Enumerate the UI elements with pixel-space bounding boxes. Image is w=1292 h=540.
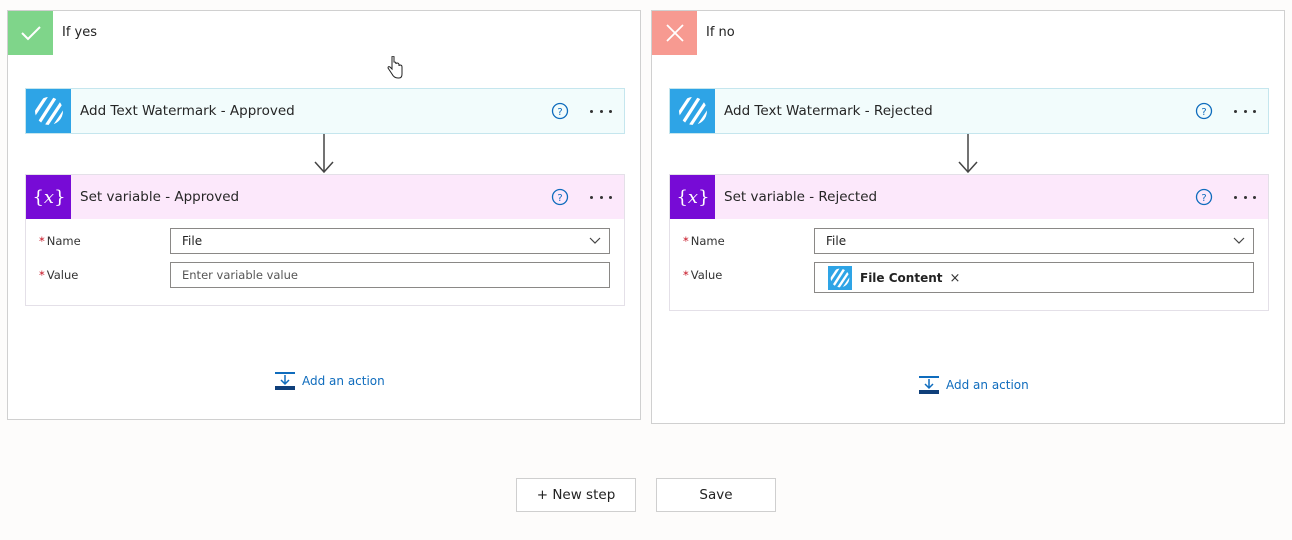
chevron-down-icon: [589, 237, 601, 244]
new-step-button[interactable]: + New step: [516, 478, 636, 512]
branch-yes-header[interactable]: If yes: [8, 11, 640, 55]
value-placeholder: Enter variable value: [182, 268, 298, 282]
name-dropdown[interactable]: File: [170, 228, 610, 254]
watermark-stripes-icon: [26, 89, 71, 133]
set-variable-approved-card: {x} Set variable - Approved ? * Name File…: [25, 174, 625, 306]
watermark-rejected-title: Add Text Watermark - Rejected: [724, 103, 933, 119]
add-action-button[interactable]: Add an action: [274, 371, 385, 391]
help-icon[interactable]: ?: [551, 188, 569, 206]
svg-text:?: ?: [557, 193, 562, 204]
value-label: * Value: [39, 268, 79, 282]
svg-text:{x}: {x}: [676, 187, 709, 208]
watermark-approved-title: Add Text Watermark - Approved: [80, 103, 295, 119]
value-field-row: * Value File Content ×: [683, 262, 1254, 293]
add-action-label: Add an action: [302, 374, 385, 388]
hand-cursor-icon: [387, 56, 403, 79]
chevron-down-icon: [1233, 237, 1245, 244]
set-variable-approved-title: Set variable - Approved: [80, 189, 240, 205]
name-label: * Name: [683, 234, 725, 248]
watermark-approved-header[interactable]: Add Text Watermark - Approved ?: [26, 89, 624, 133]
watermark-rejected-card[interactable]: Add Text Watermark - Rejected ?: [669, 88, 1269, 134]
name-field-row: * Name File: [39, 228, 610, 254]
token-label: File Content: [860, 271, 943, 285]
add-action-button[interactable]: Add an action: [918, 375, 1029, 395]
more-options-icon[interactable]: [1232, 101, 1258, 121]
branch-no-header[interactable]: If no: [652, 11, 1284, 55]
close-icon: [652, 11, 697, 55]
add-action-label: Add an action: [946, 378, 1029, 392]
checkmark-icon: [8, 11, 53, 55]
name-value: File: [182, 234, 203, 248]
name-field-row: * Name File: [683, 228, 1254, 254]
set-variable-rejected-title: Set variable - Rejected: [724, 189, 878, 205]
value-field-row: * Value Enter variable value: [39, 262, 610, 288]
branch-yes-title: If yes: [62, 25, 98, 40]
file-content-token[interactable]: File Content ×: [828, 266, 960, 290]
variable-braces-icon: {x}: [670, 175, 715, 219]
remove-token-icon[interactable]: ×: [950, 272, 961, 285]
watermark-stripes-icon: [828, 266, 852, 290]
help-icon[interactable]: ?: [1195, 102, 1213, 120]
add-action-icon: [275, 372, 295, 390]
svg-text:?: ?: [1201, 107, 1206, 118]
watermark-rejected-header[interactable]: Add Text Watermark - Rejected ?: [670, 89, 1268, 133]
arrow-down-icon: [958, 134, 978, 174]
more-options-icon[interactable]: [588, 101, 614, 121]
watermark-approved-card[interactable]: Add Text Watermark - Approved ?: [25, 88, 625, 134]
set-variable-approved-header[interactable]: {x} Set variable - Approved ?: [26, 175, 624, 219]
set-variable-rejected-header[interactable]: {x} Set variable - Rejected ?: [670, 175, 1268, 219]
help-icon[interactable]: ?: [551, 102, 569, 120]
help-icon[interactable]: ?: [1195, 188, 1213, 206]
set-variable-rejected-card: {x} Set variable - Rejected ? * Name File…: [669, 174, 1269, 311]
value-input[interactable]: Enter variable value: [170, 262, 610, 288]
watermark-stripes-icon: [670, 89, 715, 133]
save-button[interactable]: Save: [656, 478, 776, 512]
branch-if-yes: If yes Add Text Watermark - Approved ? {…: [7, 10, 641, 420]
name-label: * Name: [39, 234, 81, 248]
add-action-icon: [919, 376, 939, 394]
svg-text:{x}: {x}: [32, 187, 65, 208]
branch-no-title: If no: [706, 25, 735, 40]
svg-text:?: ?: [1201, 193, 1206, 204]
more-options-icon[interactable]: [588, 187, 614, 207]
more-options-icon[interactable]: [1232, 187, 1258, 207]
svg-text:?: ?: [557, 107, 562, 118]
name-dropdown[interactable]: File: [814, 228, 1254, 254]
value-input[interactable]: File Content ×: [814, 262, 1254, 293]
name-value: File: [826, 234, 847, 248]
value-label: * Value: [683, 268, 723, 282]
arrow-down-icon: [314, 134, 334, 174]
variable-braces-icon: {x}: [26, 175, 71, 219]
branch-if-no: If no Add Text Watermark - Rejected ? {x…: [651, 10, 1285, 424]
